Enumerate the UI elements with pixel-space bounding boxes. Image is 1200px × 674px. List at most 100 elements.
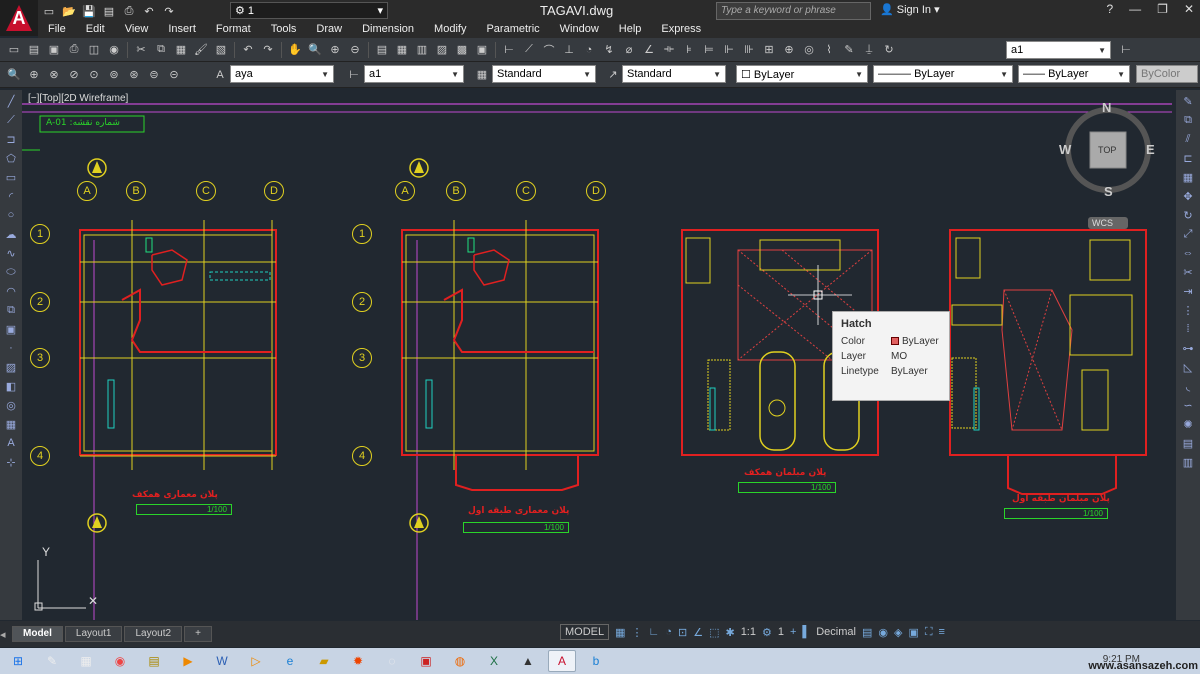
- zoom-all-icon[interactable]: ⊝: [165, 66, 183, 84]
- zoom-in-icon[interactable]: ⊛: [125, 66, 143, 84]
- polygon-icon[interactable]: ⬠: [3, 150, 19, 166]
- viewcube-west[interactable]: W: [1059, 142, 1071, 157]
- color-combo[interactable]: ☐ ByLayer ▼: [736, 65, 868, 83]
- pan-icon[interactable]: ✋: [286, 41, 304, 59]
- scale-icon[interactable]: ⤢: [1180, 226, 1196, 242]
- calculator-icon[interactable]: ▦: [72, 650, 100, 672]
- browser-icon[interactable]: b: [582, 650, 610, 672]
- trim-icon[interactable]: ✂: [1180, 264, 1196, 280]
- insert-block-icon[interactable]: ⧉: [3, 302, 19, 318]
- menu-parametric[interactable]: Parametric: [476, 22, 549, 38]
- menu-view[interactable]: View: [115, 22, 159, 38]
- circle-icon[interactable]: ○: [3, 207, 19, 223]
- point-icon[interactable]: ·: [3, 340, 19, 356]
- gradient-icon[interactable]: ◧: [3, 378, 19, 394]
- autocad-icon[interactable]: A: [548, 650, 576, 672]
- explorer-icon[interactable]: ▤: [140, 650, 168, 672]
- menu-modify[interactable]: Modify: [424, 22, 476, 38]
- cut-icon[interactable]: ✂: [132, 41, 150, 59]
- copy-obj-icon[interactable]: ⧉: [1180, 112, 1196, 128]
- fillet-icon[interactable]: ◟: [1180, 378, 1196, 394]
- tab-model[interactable]: Model: [12, 626, 63, 642]
- dim-continue-icon[interactable]: ⊨: [700, 41, 718, 59]
- mtext-icon[interactable]: A: [3, 435, 19, 451]
- media-icon[interactable]: ▶: [174, 650, 202, 672]
- grid-icon[interactable]: ▦: [615, 626, 625, 639]
- ellipse-icon[interactable]: ⬭: [3, 264, 19, 280]
- mleader-style-combo[interactable]: Standard ▼: [622, 65, 726, 83]
- xline-icon[interactable]: ⟋: [3, 112, 19, 128]
- table-icon[interactable]: ▦: [3, 416, 19, 432]
- dim-break-icon[interactable]: ⊪: [740, 41, 758, 59]
- ellipse-arc-icon[interactable]: ◠: [3, 283, 19, 299]
- quick-props-icon[interactable]: ▤: [862, 626, 872, 639]
- open-icon[interactable]: 📂: [60, 2, 78, 20]
- restore-icon[interactable]: ❐: [1157, 2, 1168, 16]
- menu-tools[interactable]: Tools: [261, 22, 307, 38]
- preview-icon[interactable]: ◫: [85, 41, 103, 59]
- excel-icon[interactable]: X: [480, 650, 508, 672]
- firefox-icon[interactable]: ◍: [446, 650, 474, 672]
- annot-value[interactable]: 1: [778, 626, 784, 638]
- explode-icon[interactable]: ✺: [1180, 416, 1196, 432]
- make-block-icon[interactable]: ▣: [3, 321, 19, 337]
- chrome-icon[interactable]: ◉: [106, 650, 134, 672]
- dim-quick-icon[interactable]: ⟛: [660, 41, 678, 59]
- markup-icon[interactable]: ▩: [453, 41, 471, 59]
- hatch-icon[interactable]: ▨: [3, 359, 19, 375]
- dim-update-icon[interactable]: ↻: [880, 41, 898, 59]
- dim-radius-icon[interactable]: ◔: [580, 41, 598, 59]
- viewcube-east[interactable]: E: [1146, 142, 1155, 157]
- ie-icon[interactable]: e: [276, 650, 304, 672]
- paste-icon[interactable]: ▦: [172, 41, 190, 59]
- menu-express[interactable]: Express: [651, 22, 711, 38]
- zoom-window-icon[interactable]: ⊕: [326, 41, 344, 59]
- calculator-icon[interactable]: ▣: [473, 41, 491, 59]
- inspect-icon[interactable]: ◎: [800, 41, 818, 59]
- sign-in-button[interactable]: 👤 Sign In ▾: [880, 3, 940, 16]
- redo-icon[interactable]: ↷: [160, 2, 178, 20]
- tab-layout2[interactable]: Layout2: [124, 626, 183, 642]
- close-icon[interactable]: ✕: [1184, 2, 1194, 16]
- zoom-out-icon[interactable]: ⊜: [145, 66, 163, 84]
- rotate-icon[interactable]: ↻: [1180, 207, 1196, 223]
- blend-icon[interactable]: ∽: [1180, 397, 1196, 413]
- network-icon[interactable]: ◌: [378, 650, 406, 672]
- workspace-dropdown[interactable]: ⚙ 1 ▾: [230, 2, 388, 19]
- rectangle-icon[interactable]: ▭: [3, 169, 19, 185]
- menu-draw[interactable]: Draw: [306, 22, 352, 38]
- viewcube-south[interactable]: S: [1104, 184, 1113, 199]
- save-icon[interactable]: 💾: [80, 2, 98, 20]
- move-icon[interactable]: ✥: [1180, 188, 1196, 204]
- block-icon[interactable]: ▧: [212, 41, 230, 59]
- zoom-window-icon[interactable]: ⊕: [25, 66, 43, 84]
- otrack-icon[interactable]: ∠: [693, 626, 703, 639]
- region-icon[interactable]: ◎: [3, 397, 19, 413]
- pdf-icon[interactable]: ▣: [412, 650, 440, 672]
- offset-icon[interactable]: ⊏: [1180, 150, 1196, 166]
- menu-dimension[interactable]: Dimension: [352, 22, 424, 38]
- menu-edit[interactable]: Edit: [76, 22, 115, 38]
- viewcube-north[interactable]: N: [1102, 100, 1111, 115]
- jogged-linear-icon[interactable]: ⌇: [820, 41, 838, 59]
- erase-icon[interactable]: ✎: [1180, 93, 1196, 109]
- break-at-point-icon[interactable]: ⋮: [1180, 302, 1196, 318]
- zoom-center-icon[interactable]: ⊙: [85, 66, 103, 84]
- open-icon[interactable]: ▤: [25, 41, 43, 59]
- menu-help[interactable]: Help: [609, 22, 652, 38]
- menu-window[interactable]: Window: [550, 22, 609, 38]
- wcs-label[interactable]: WCS: [1092, 218, 1113, 228]
- lineweight-combo[interactable]: —— ByLayer ▼: [1018, 65, 1130, 83]
- player-icon[interactable]: ▷: [242, 650, 270, 672]
- fullscreen-icon[interactable]: ⛶: [925, 626, 933, 639]
- app-logo[interactable]: A: [0, 0, 38, 36]
- isolate-icon[interactable]: ◈: [894, 626, 902, 639]
- undo-icon[interactable]: ↶: [140, 2, 158, 20]
- print-icon[interactable]: ⎙: [65, 41, 83, 59]
- zoom-dynamic-icon[interactable]: ⊗: [45, 66, 63, 84]
- undo-icon[interactable]: ↶: [239, 41, 257, 59]
- dim-aligned-icon[interactable]: ⟋: [520, 41, 538, 59]
- save-icon[interactable]: ▣: [45, 41, 63, 59]
- linetype-combo[interactable]: ——— ByLayer ▼: [873, 65, 1013, 83]
- menu-format[interactable]: Format: [206, 22, 261, 38]
